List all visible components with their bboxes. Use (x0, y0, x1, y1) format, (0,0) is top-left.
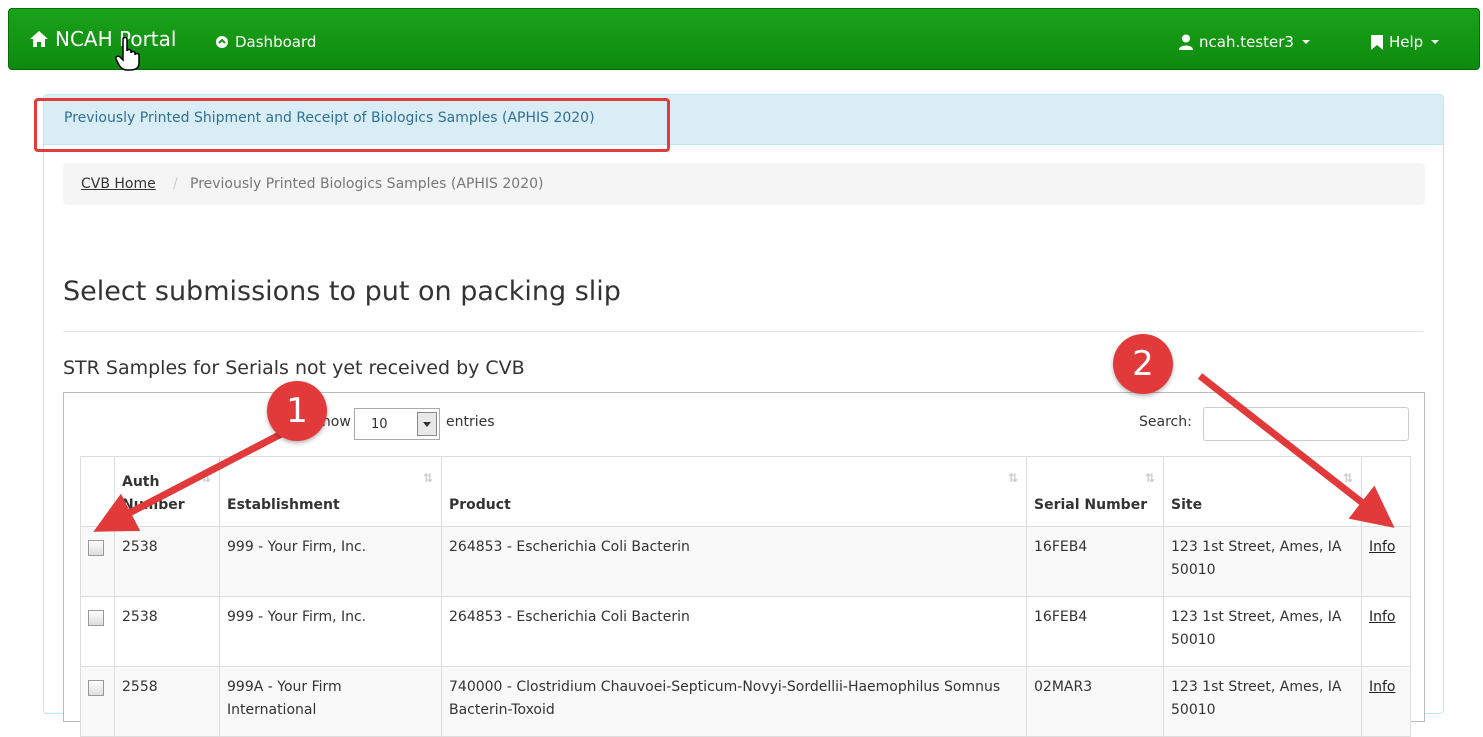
arrow-to-info-link (1197, 373, 1395, 528)
annotation-marker-2: 2 (1113, 334, 1173, 394)
annotation-arrows (93, 373, 1395, 532)
arrow-to-checkbox (93, 428, 287, 532)
annotation-marker-1: 1 (267, 381, 327, 441)
